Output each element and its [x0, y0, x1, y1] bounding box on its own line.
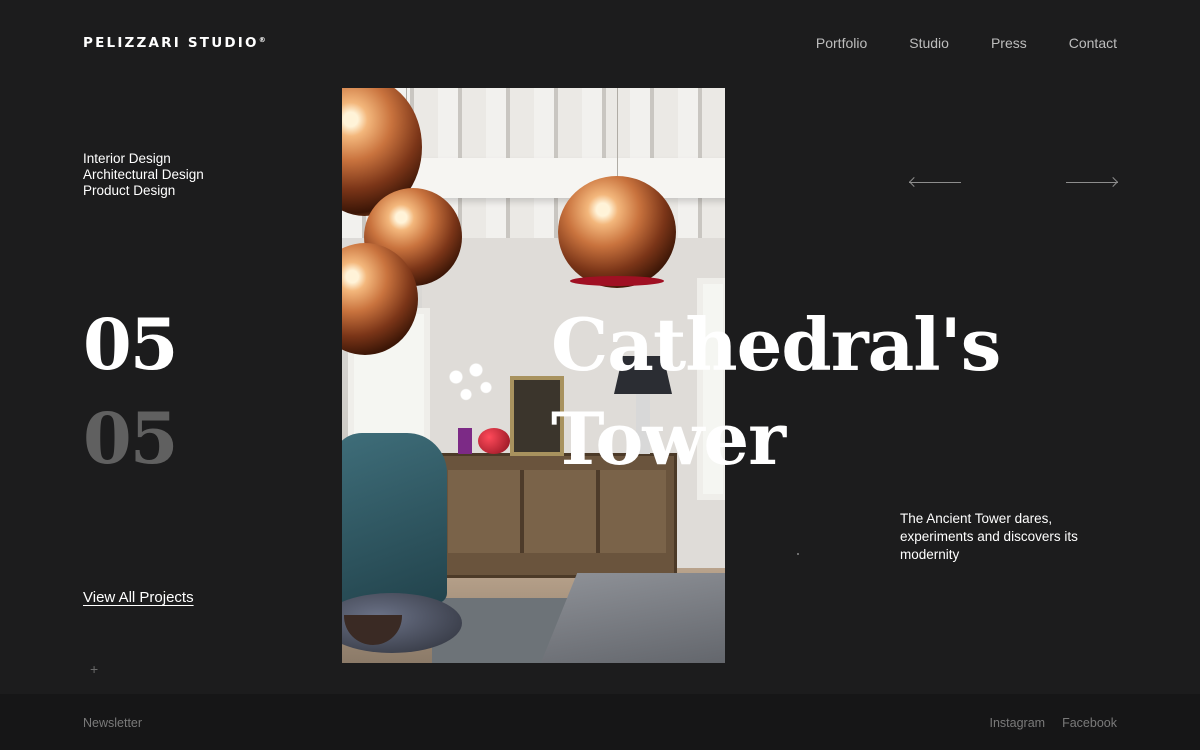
photo-beam — [402, 158, 725, 198]
photo-red-vase — [478, 428, 510, 454]
nav-portfolio[interactable]: Portfolio — [816, 35, 867, 51]
next-arrow-icon[interactable] — [1066, 182, 1118, 183]
facebook-link[interactable]: Facebook — [1062, 716, 1117, 730]
photo-pot — [458, 428, 472, 454]
service-architectural-design: Architectural Design — [83, 167, 204, 182]
photo-lamp-cord — [617, 88, 618, 178]
project-title-line-2: Tower — [551, 396, 786, 481]
newsletter-link[interactable]: Newsletter — [83, 716, 142, 730]
view-all-projects-link[interactable]: View All Projects — [83, 589, 194, 606]
footer: Newsletter Instagram Facebook — [0, 694, 1200, 750]
services-list: Interior Design Architectural Design Pro… — [83, 151, 204, 199]
total-slide-number: 05 — [83, 397, 178, 480]
nav-press[interactable]: Press — [991, 35, 1027, 51]
project-description: The Ancient Tower dares, experiments and… — [900, 511, 1078, 562]
nav-contact[interactable]: Contact — [1069, 35, 1117, 51]
instagram-link[interactable]: Instagram — [990, 716, 1046, 730]
decorative-dot — [797, 553, 799, 555]
service-product-design: Product Design — [83, 183, 176, 198]
logo[interactable]: PELIZZARI STUDIO® — [83, 35, 266, 51]
project-title: Cathedral's Tower — [551, 298, 1001, 486]
plus-icon[interactable]: + — [90, 661, 98, 677]
registered-mark: ® — [258, 36, 266, 44]
current-slide-number: 05 — [83, 303, 178, 386]
photo-orchid — [446, 363, 496, 433]
nav-studio[interactable]: Studio — [909, 35, 949, 51]
photo-armchair — [342, 433, 447, 603]
photo-copper-pendant — [558, 176, 676, 288]
service-interior-design: Interior Design — [83, 151, 171, 166]
project-title-line-1: Cathedral's — [551, 302, 1001, 387]
prev-arrow-icon[interactable] — [909, 182, 961, 183]
main-nav: Portfolio Studio Press Contact — [816, 35, 1117, 51]
social-links: Instagram Facebook — [990, 716, 1118, 730]
